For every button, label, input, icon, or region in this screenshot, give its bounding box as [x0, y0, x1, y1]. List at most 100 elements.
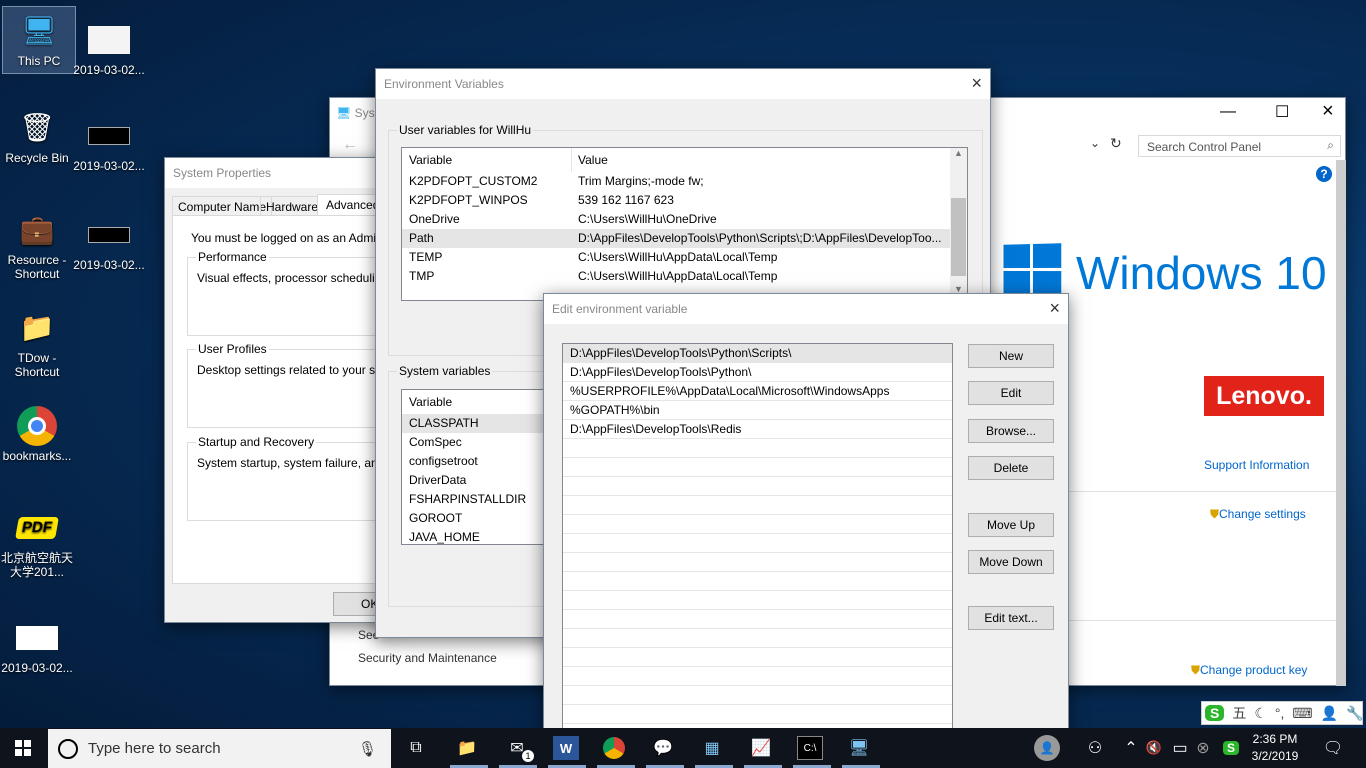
scrollbar[interactable]: ▲ ▼: [950, 148, 967, 300]
screenshot-thumbnail: [16, 618, 58, 658]
search-input[interactable]: Search Control Panel ⌕: [1138, 135, 1341, 157]
help-icon[interactable]: ?: [1316, 166, 1332, 182]
change-product-key-link[interactable]: ⛊Change product key: [1191, 663, 1307, 678]
move-up-button[interactable]: Move Up: [968, 513, 1054, 537]
screenshot-thumbnail: [88, 116, 130, 156]
edit-text-button[interactable]: Edit text...: [968, 606, 1054, 630]
action-center-icon[interactable]: 🗨: [1320, 736, 1346, 760]
ime-mode[interactable]: 五: [1232, 703, 1246, 723]
word-icon[interactable]: W: [553, 736, 579, 760]
sogou-tray-icon[interactable]: S: [1218, 736, 1244, 760]
desktop-icon-screenshot[interactable]: 2019-03-02...: [72, 116, 146, 173]
desktop-icon-tdow-shortcut[interactable]: 📁 TDow - Shortcut: [0, 308, 74, 380]
list-item[interactable]: D:\AppFiles\DevelopTools\Redis: [563, 420, 952, 439]
table-row[interactable]: Path D:\AppFiles\DevelopTools\Python\Scri…: [402, 229, 967, 248]
taskbar-search-input[interactable]: Type here to search 🎙: [48, 729, 391, 768]
wrench-icon[interactable]: 🔧: [1346, 705, 1363, 722]
edit-button[interactable]: Edit: [968, 381, 1054, 405]
desktop-icon-screenshot[interactable]: 2019-03-02...: [72, 20, 146, 77]
table-row[interactable]: K2PDFOPT_WINPOS 539 162 1167 623: [402, 191, 967, 210]
wechat-icon[interactable]: 💬: [650, 736, 676, 760]
cmd-icon[interactable]: C:\: [797, 736, 823, 760]
window-title: 🖥 Sys: [336, 106, 375, 120]
table-header: Variable Value: [402, 148, 967, 172]
volume-muted-icon[interactable]: 🔇: [1141, 736, 1167, 760]
user-icon[interactable]: 👤: [1321, 705, 1338, 722]
new-button[interactable]: New: [968, 344, 1054, 368]
back-button[interactable]: ←: [342, 136, 358, 154]
shield-icon: ⛊: [1191, 663, 1201, 677]
microphone-icon: 🎙: [357, 740, 377, 758]
date: 3/2/2019: [1251, 749, 1299, 763]
address-dropdown[interactable]: ⌄: [1090, 136, 1100, 150]
desktop-icon-pdf[interactable]: PDF 北京航空航天大学201...: [0, 508, 74, 579]
sogou-icon: S: [1205, 705, 1225, 721]
list-item[interactable]: D:\AppFiles\DevelopTools\Python\Scripts\: [563, 344, 952, 363]
desktop-icon-recycle-bin[interactable]: 🗑 Recycle Bin: [0, 108, 74, 166]
chrome-taskbar-icon[interactable]: [601, 736, 627, 760]
task-view-icon[interactable]: ⧉: [403, 736, 429, 760]
shield-icon: ⛊: [1210, 507, 1220, 521]
list-item[interactable]: %USERPROFILE%\AppData\Local\Microsoft\Wi…: [563, 382, 952, 401]
table-row[interactable]: K2PDFOPT_CUSTOM2 Trim Margins;-mode fw;: [402, 172, 967, 191]
scrollbar[interactable]: [1336, 160, 1346, 686]
task-manager-icon[interactable]: 📈: [748, 736, 774, 760]
delete-button[interactable]: Delete: [968, 456, 1054, 480]
desktop-icon-this-pc[interactable]: 🖥 This PC: [2, 6, 76, 74]
icon-label: Recycle Bin: [5, 151, 69, 165]
windows-icon: [15, 740, 31, 756]
people-icon[interactable]: ⚇: [1082, 736, 1108, 760]
desktop-icon-resource-shortcut[interactable]: 💼 Resource - Shortcut: [0, 210, 74, 282]
variable-name: OneDrive: [409, 212, 460, 226]
variable-name: TEMP: [409, 250, 443, 264]
desktop-icon-bookmarks[interactable]: bookmarks...: [0, 406, 74, 463]
time: 2:36 PM: [1252, 732, 1298, 746]
desktop-icon-screenshot[interactable]: 2019-03-02...: [0, 618, 74, 675]
support-information-link[interactable]: Support Information: [1204, 458, 1309, 472]
recycle-bin-icon: 🗑: [19, 112, 55, 143]
dialog-title: Edit environment variable: [544, 294, 1068, 324]
control-panel-taskbar-icon[interactable]: ▦: [699, 736, 725, 760]
user-variables-table[interactable]: Variable Value K2PDFOPT_CUSTOM2 Trim Margi…: [401, 147, 968, 301]
desktop-icon-screenshot[interactable]: 2019-03-02...: [72, 215, 146, 272]
file-explorer-icon[interactable]: 📁: [454, 736, 480, 760]
network-disconnected-icon[interactable]: ⊗: [1190, 736, 1216, 760]
keyboard-icon[interactable]: ⌨: [1292, 705, 1312, 722]
tab-panel: You must be logged on as an Administra P…: [172, 215, 427, 584]
browse-button[interactable]: Browse...: [968, 419, 1054, 443]
ime-toolbar[interactable]: S 五 ☾ °, ⌨ 👤 🔧: [1201, 701, 1364, 725]
dialog-title: System Properties: [165, 158, 393, 188]
icon-label: 2019-03-02...: [1, 661, 73, 675]
variable-value: Trim Margins;-mode fw;: [578, 174, 704, 188]
list-item[interactable]: D:\AppFiles\DevelopTools\Python\: [563, 363, 952, 382]
icon-label: 2019-03-02...: [73, 159, 145, 173]
minimize-button[interactable]: —: [1220, 103, 1236, 121]
oem-logo: Lenovo.: [1204, 376, 1324, 416]
variable-name: K2PDFOPT_CUSTOM2: [409, 174, 538, 188]
table-row[interactable]: TEMP C:\Users\WillHu\AppData\Local\Temp: [402, 248, 967, 267]
table-row[interactable]: TMP C:\Users\WillHu\AppData\Local\Temp: [402, 267, 967, 286]
refresh-button[interactable]: ↻: [1110, 135, 1122, 152]
close-button[interactable]: ×: [1322, 100, 1334, 123]
folder-download-icon: 📁: [19, 312, 55, 343]
clock[interactable]: 2:36 PM 3/2/2019: [1250, 731, 1300, 765]
mail-icon[interactable]: ✉ 1: [504, 736, 534, 762]
maximize-button[interactable]: ☐: [1275, 102, 1289, 122]
start-button[interactable]: [10, 736, 36, 760]
punctuation-icon[interactable]: °,: [1275, 705, 1285, 721]
security-maintenance-link[interactable]: Security and Maintenance: [358, 651, 497, 665]
system-icon: 🖥: [336, 106, 352, 120]
path-entries-list[interactable]: D:\AppFiles\DevelopTools\Python\Scripts\…: [562, 343, 953, 743]
computer-icon: 🖥: [21, 15, 57, 46]
close-button[interactable]: ×: [971, 73, 982, 94]
search-icon: ⌕: [1327, 138, 1334, 152]
half-width-icon[interactable]: ☾: [1254, 705, 1267, 722]
move-down-button[interactable]: Move Down: [968, 550, 1054, 574]
list-item[interactable]: %GOPATH%\bin: [563, 401, 952, 420]
variable-value: C:\Users\WillHu\AppData\Local\Temp: [578, 269, 778, 283]
close-button[interactable]: ×: [1049, 298, 1060, 319]
system-taskbar-icon[interactable]: 🖥: [846, 736, 872, 760]
table-row[interactable]: OneDrive C:\Users\WillHu\OneDrive: [402, 210, 967, 229]
account-icon[interactable]: 👤: [1034, 735, 1060, 761]
change-settings-link[interactable]: ⛊Change settings: [1210, 507, 1306, 522]
